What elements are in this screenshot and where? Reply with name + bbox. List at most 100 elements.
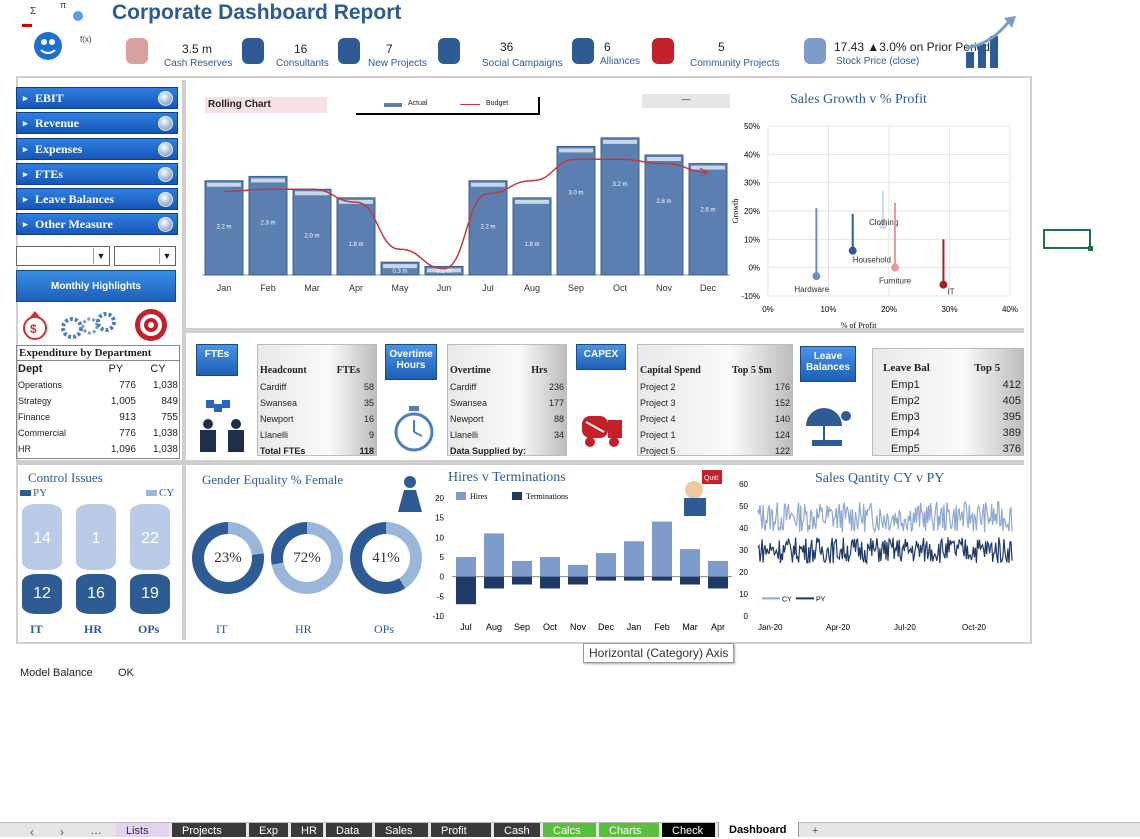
table-row: Emp1 412 <box>873 377 1023 393</box>
handshake-people-icon <box>566 34 602 75</box>
data-label: 2.6 m <box>700 208 715 214</box>
nav-label: Other Measure <box>35 217 113 231</box>
tab-data[interactable]: Data <box>326 823 372 837</box>
expenditure-table: Dept PY CY Operations 776 1,038 Strategy 1,005 8… <box>17 361 179 457</box>
table-cell: 376 <box>1002 443 1021 455</box>
nav-label: EBIT <box>35 91 64 105</box>
kpi-label: Alliances <box>600 56 641 67</box>
nav-expenses-button[interactable]: Expenses <box>16 138 178 160</box>
nav-ftes-button[interactable]: FTEs <box>16 163 178 185</box>
y-tick-label: -10% <box>741 292 760 301</box>
tab-sales[interactable]: Sales <box>375 823 428 837</box>
y-tick-label: 50% <box>744 122 760 131</box>
table-cell: Llanelli <box>450 430 479 440</box>
donut-label: HR <box>295 622 312 636</box>
data-point <box>812 272 821 281</box>
table-row: Emp5 376 <box>873 441 1023 457</box>
bar-highlight <box>647 157 681 161</box>
selected-cell[interactable] <box>1043 229 1093 251</box>
nav-orb-icon <box>158 192 173 207</box>
bar-highlight <box>515 199 549 204</box>
table-cell: 1,038 <box>152 379 178 391</box>
data-point <box>939 280 948 289</box>
x-tick-label: Apr <box>349 283 363 293</box>
tab-calcs[interactable]: Calcs <box>543 823 596 837</box>
x-tick-label: Nov <box>656 283 673 293</box>
nav-ebit-button[interactable]: EBIT <box>16 87 178 109</box>
table-cell: Llanelli <box>260 430 289 440</box>
data-label: 2.2 m <box>480 225 495 231</box>
data-label: 2.2 m <box>216 225 231 231</box>
tab-cash[interactable]: Cash <box>494 823 540 837</box>
table-cell: 35 <box>363 398 374 408</box>
filter-dropdown-2[interactable]: ▼ <box>114 246 176 266</box>
fte-badge: FTEs <box>196 344 238 376</box>
tab-dashboard[interactable]: Dashboard <box>718 822 799 837</box>
leave-panel: Leave Bal Top 5 Emp1 412 Emp2 405 Emp3 395 Emp4 3… <box>872 348 1024 456</box>
sales-quantity-chart: 0 10 20 30 40 50 60 Jan-20 Apr-20 Jul-20 Oct-20 CY P… <box>739 480 1013 632</box>
control-py-it: 14 <box>22 504 62 570</box>
bar-highlight <box>383 264 417 269</box>
terminations-bar <box>596 576 616 581</box>
y-tick-label: 10 <box>435 533 444 542</box>
svg-text:f(x): f(x) <box>80 35 92 44</box>
idea-person-icon <box>332 34 368 75</box>
table-row: Strategy 1,005 849 <box>17 393 179 409</box>
x-tick-label: Mar <box>304 283 320 293</box>
svg-text:π: π <box>60 2 66 10</box>
tab-charts[interactable]: Charts <box>599 823 659 837</box>
nav-revenue-button[interactable]: Revenue <box>16 112 178 134</box>
stock-chart-icon <box>798 34 834 75</box>
point-label: Furniture <box>879 277 912 286</box>
table-cell: 412 <box>1002 379 1021 391</box>
tab-projects[interactable]: Projects <box>172 823 246 837</box>
table-cell: 176 <box>774 382 790 392</box>
rolling-chart: 2.2 m Jan 2.3 m Feb 2.0 m Mar 1.8 m Apr 0.3 m May… <box>202 137 730 293</box>
target-icon <box>134 308 168 347</box>
tab-hr[interactable]: HR <box>291 823 323 837</box>
businesswoman-icon <box>394 474 424 519</box>
expenditure-panel: Expenditure by Department Dept PY CY Operat… <box>16 345 180 459</box>
x-tick-label: 30% <box>941 305 957 314</box>
x-tick-label: Jan <box>627 622 642 632</box>
table-cell: Commercial <box>18 428 67 438</box>
x-tick-label: Oct-20 <box>962 623 987 632</box>
nav-leave-balances-button[interactable]: Leave Balances <box>16 188 178 210</box>
x-tick-label: 20% <box>881 305 897 314</box>
monthly-highlights-button[interactable]: Monthly Highlights <box>16 270 176 302</box>
tab-check[interactable]: Check <box>662 823 715 837</box>
donut-label: OPs <box>374 622 395 636</box>
table-cell: HR <box>18 444 31 454</box>
x-tick-label: Apr-20 <box>826 623 851 632</box>
table-cell: 177 <box>548 398 564 408</box>
nav-orb-icon <box>158 91 173 106</box>
tab-add[interactable]: + <box>802 823 834 837</box>
control-value: 19 <box>141 585 159 602</box>
table-cell: Emp1 <box>891 379 920 391</box>
y-tick-label: 20 <box>739 568 748 577</box>
leave-header-bal: Leave Bal <box>883 362 930 374</box>
nav-other-measure-button[interactable]: Other Measure <box>16 213 178 235</box>
tab-more-icon[interactable]: … <box>90 823 102 837</box>
tab-exp[interactable]: Exp <box>249 823 288 837</box>
rolling-filter[interactable]: — <box>642 94 730 108</box>
control-cy-hr: 16 <box>76 574 116 614</box>
tab-profit[interactable]: Profit <box>431 823 491 837</box>
point-label: Clothing <box>869 218 898 227</box>
kpi-value: 6 <box>604 40 611 54</box>
table-cell: Newport <box>260 414 294 424</box>
kpi-community-projects: 5 Community Projects <box>646 34 786 72</box>
tab-lists[interactable]: Lists <box>116 823 169 837</box>
table-row: Swansea 35 <box>258 395 376 411</box>
terminations-bar <box>708 576 728 589</box>
actual-bar <box>644 154 684 276</box>
table-row: Cardiff 236 <box>448 379 566 395</box>
table-cell: 776 <box>119 379 136 391</box>
sales-growth-title: Sales Growth v % Profit <box>790 92 927 107</box>
table-cell: Emp3 <box>891 411 920 423</box>
kpi-cash-reserves: 3.5 m Cash Reserves <box>120 34 232 72</box>
table-row: Emp3 395 <box>873 409 1023 425</box>
filter-dropdown-1[interactable]: ▼ <box>16 246 110 266</box>
fte-panel: Headcount FTEs Cardiff 58 Swansea 35 Newport 16… <box>257 344 377 456</box>
table-cell: 1,038 <box>152 443 178 455</box>
